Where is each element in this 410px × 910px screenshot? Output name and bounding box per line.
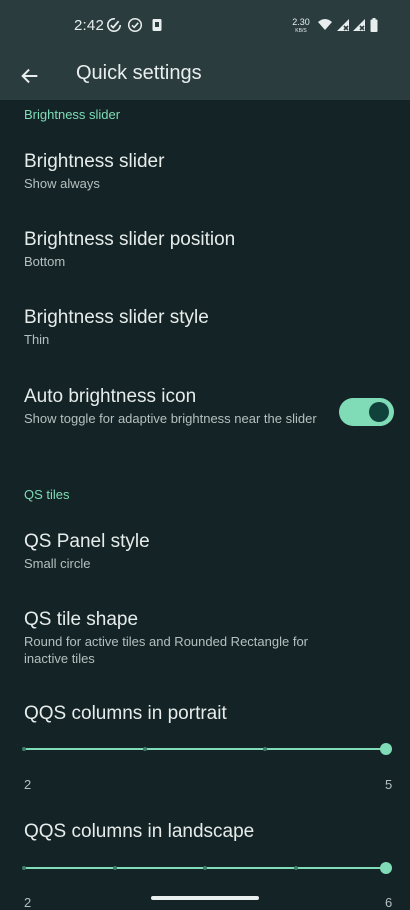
pref-summary: Thin (24, 332, 50, 347)
back-arrow-icon (21, 68, 38, 84)
auto-brightness-toggle[interactable] (339, 398, 394, 426)
slider-max-label: 5 (385, 777, 393, 792)
slider-tick (203, 866, 207, 870)
slider-tick (22, 747, 26, 751)
pref-title: Brightness slider position (24, 229, 236, 250)
status-time: 2:42 (74, 17, 104, 34)
wifi-icon (318, 19, 332, 30)
network-speed-unit: KB/S (295, 28, 307, 34)
gesture-nav-handle[interactable] (151, 896, 259, 900)
pref-summary: Show always (24, 176, 100, 191)
pref-brightness-slider-style[interactable]: Brightness slider style Thin (24, 306, 324, 348)
slider-thumb[interactable] (380, 743, 392, 755)
section-header-qs-tiles: QS tiles (24, 487, 70, 502)
qqs-portrait-slider[interactable] (22, 739, 392, 759)
task-check-icon (107, 18, 121, 32)
pref-qs-tile-shape[interactable]: QS tile shape Round for active tiles and… (24, 608, 324, 667)
pref-summary: Show toggle for adaptive brightness near… (24, 411, 317, 426)
back-button[interactable] (14, 60, 46, 92)
pref-title: QS Panel style (24, 531, 150, 552)
signal-x-icon (337, 19, 349, 31)
network-speed-value: 2.30 (292, 17, 310, 27)
pref-brightness-slider-position[interactable]: Brightness slider position Bottom (24, 228, 324, 270)
pref-title: Auto brightness icon (24, 386, 197, 407)
pref-qqs-columns-portrait: QQS columns in portrait (24, 702, 324, 726)
slider-tick (112, 866, 117, 870)
sim-card-icon (152, 19, 162, 31)
network-speed: 2.30 KB/S (288, 18, 314, 35)
slider-thumb[interactable] (380, 862, 392, 874)
pref-title: Brightness slider (24, 151, 165, 172)
check-circle-icon (127, 17, 143, 33)
slider-min-label: 2 (24, 777, 32, 792)
pref-summary: Round for active tiles and Rounded Recta… (24, 634, 309, 666)
pref-qs-panel-style[interactable]: QS Panel style Small circle (24, 530, 324, 572)
toggle-thumb (369, 402, 389, 422)
pref-summary: Small circle (24, 556, 91, 571)
section-header-brightness: Brightness slider (24, 107, 121, 122)
pref-brightness-slider[interactable]: Brightness slider Show always (24, 150, 324, 192)
pref-auto-brightness-icon[interactable]: Auto brightness icon Show toggle for ada… (24, 385, 324, 427)
app-bar: Quick settings (0, 52, 410, 100)
pref-title: QS tile shape (24, 609, 139, 630)
pref-title: QQS columns in landscape (24, 821, 255, 842)
qqs-landscape-slider[interactable] (22, 858, 392, 878)
pref-summary: Bottom (24, 254, 66, 269)
slider-tick (293, 866, 298, 870)
pref-title: QQS columns in portrait (24, 703, 227, 724)
status-bar: 2:42 2.30 KB/S (0, 0, 410, 52)
slider-max-label: 6 (385, 895, 393, 910)
slider-track (24, 748, 386, 750)
slider-tick (22, 866, 26, 870)
signal-x-icon (353, 19, 365, 31)
page-title: Quick settings (76, 62, 202, 84)
slider-min-label: 2 (24, 895, 32, 910)
pref-title: Brightness slider style (24, 307, 209, 328)
slider-tick (142, 747, 147, 751)
pref-qqs-columns-landscape: QQS columns in landscape (24, 820, 324, 844)
battery-icon (370, 18, 378, 32)
slider-tick (263, 747, 268, 751)
